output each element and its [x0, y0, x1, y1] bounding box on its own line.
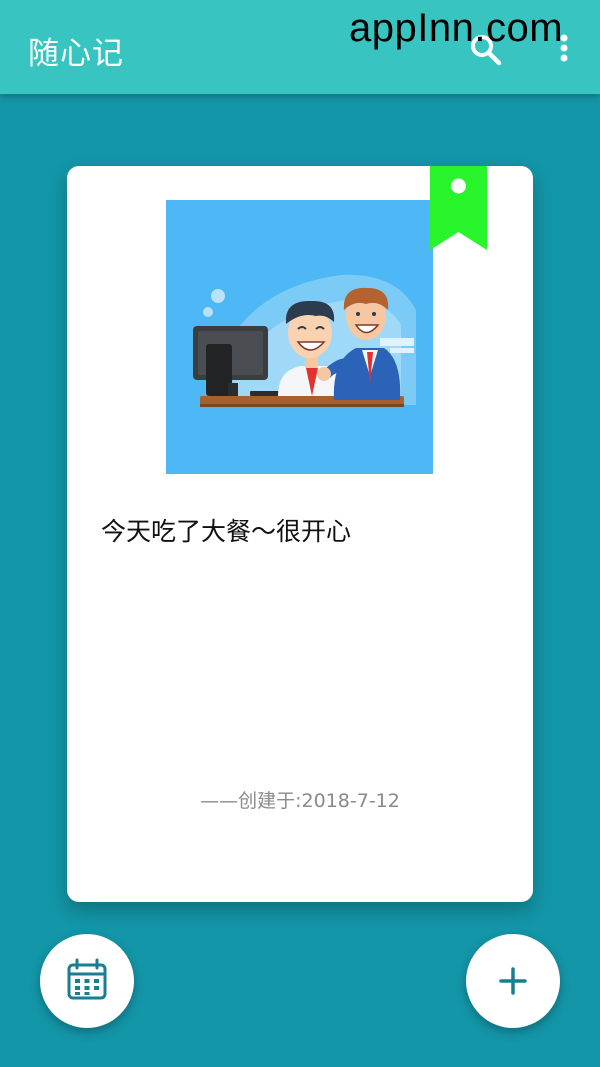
calendar-icon: [67, 958, 107, 1000]
bookmark-ribbon[interactable]: [430, 166, 487, 250]
add-icon: [499, 967, 527, 995]
calendar-button[interactable]: [40, 934, 134, 1028]
note-image: [166, 200, 433, 474]
note-card[interactable]: 今天吃了大餐～很开心 ——创建于:2018-7-12: [67, 166, 533, 902]
office-illustration: [193, 274, 416, 407]
add-note-button[interactable]: [466, 934, 560, 1028]
created-date: ——创建于:2018-7-12: [200, 790, 400, 812]
note-text: 今天吃了大餐～很开心: [101, 517, 352, 546]
app-bar: 随心记 appInn.com: [0, 0, 600, 94]
app-title: 随心记: [28, 36, 124, 72]
bookmark-hole: [451, 178, 466, 194]
watermark-text: appInn.com: [349, 6, 564, 50]
